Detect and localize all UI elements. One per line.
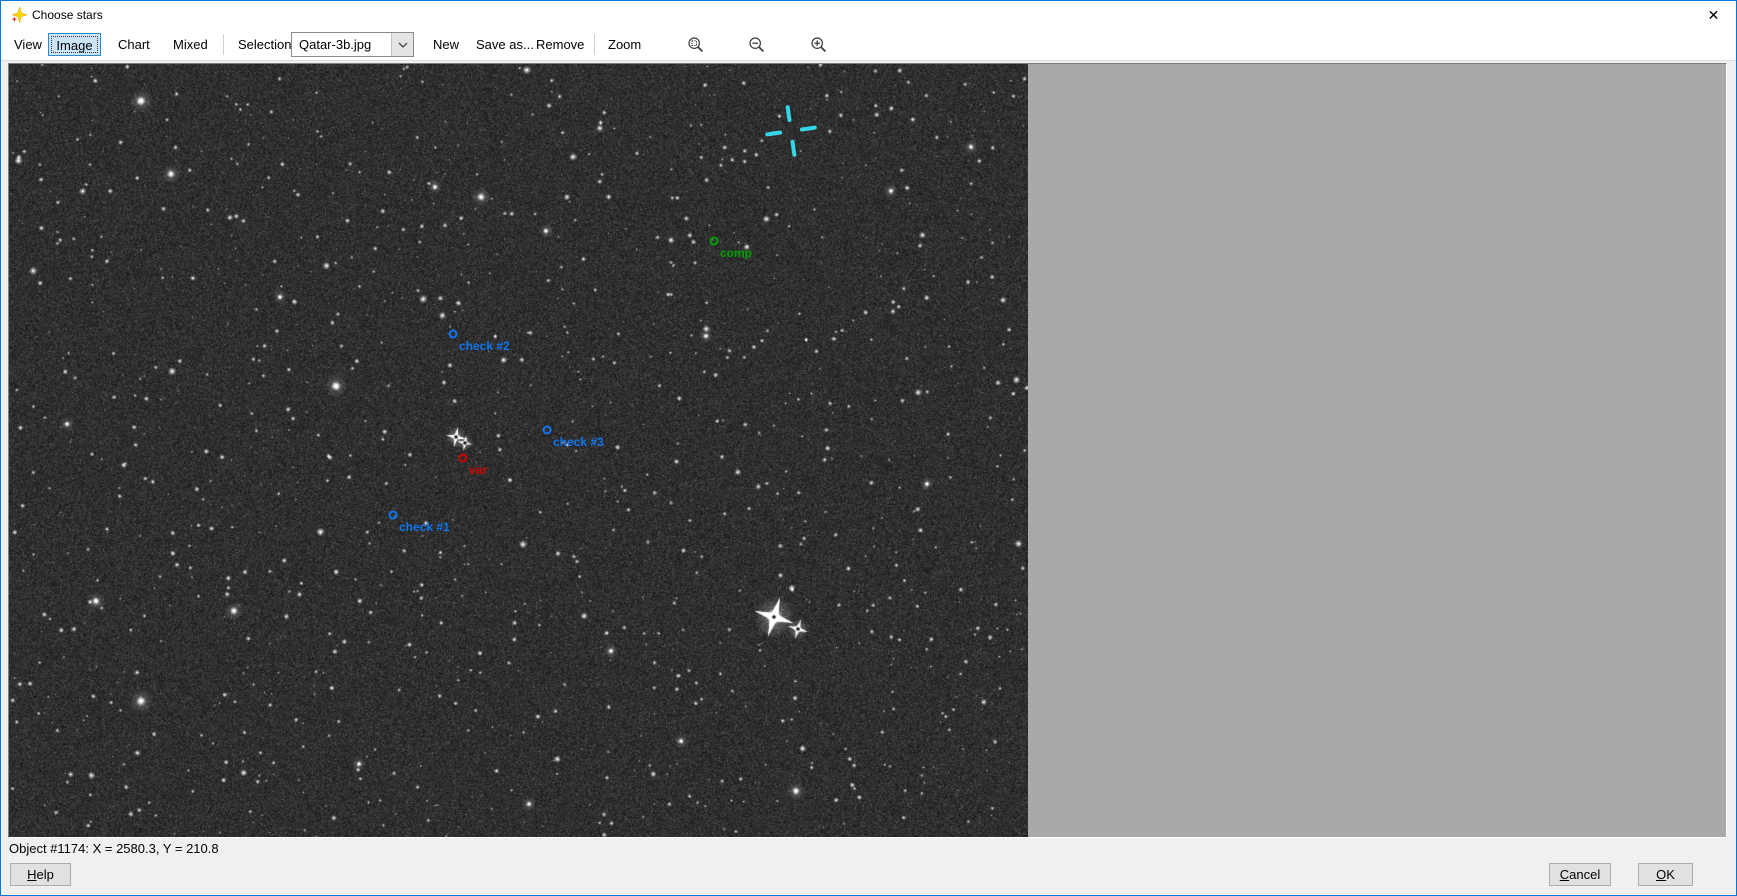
- app-star-icon: [11, 7, 27, 23]
- close-icon[interactable]: ✕: [1691, 1, 1736, 29]
- window-title: Choose stars: [32, 1, 103, 29]
- crosshair-arm: [790, 140, 796, 157]
- tab-image[interactable]: Image: [48, 33, 101, 56]
- star-field-view[interactable]: comp check #2 check #3 var check #1: [9, 64, 1028, 837]
- image-panel: comp check #2 check #3 var check #1: [8, 63, 1727, 838]
- tab-chart[interactable]: Chart: [118, 33, 150, 56]
- crosshair-arm: [785, 105, 791, 122]
- tab-mixed[interactable]: Mixed: [173, 33, 208, 56]
- new-button[interactable]: New: [433, 33, 459, 56]
- marker-layer: comp check #2 check #3 var check #1: [9, 64, 1028, 837]
- titlebar: Choose stars ✕: [1, 1, 1736, 29]
- view-label: View: [14, 29, 42, 60]
- zoom-out-icon[interactable]: [748, 36, 766, 54]
- help-button[interactable]: Help: [10, 863, 71, 886]
- zoom-label: Zoom: [608, 29, 641, 60]
- star-marker-label: check #1: [399, 520, 450, 534]
- toolbar-separator: [594, 34, 595, 55]
- star-marker-label: check #3: [553, 435, 604, 449]
- crosshair-arm: [800, 125, 817, 131]
- selection-label: Selection: [238, 29, 291, 60]
- star-marker-label: comp: [720, 246, 752, 260]
- zoom-fit-icon[interactable]: [687, 36, 705, 54]
- crosshair-arm: [765, 130, 782, 136]
- star-marker-check-2[interactable]: [449, 330, 458, 339]
- star-marker-check-3[interactable]: [543, 426, 552, 435]
- status-text: Object #1174: X = 2580.3, Y = 210.8: [9, 839, 219, 859]
- star-marker-comp[interactable]: [710, 237, 719, 246]
- choose-stars-window: Choose stars ✕ View Image Chart Mixed Se…: [0, 0, 1737, 896]
- cancel-button[interactable]: Cancel: [1549, 863, 1611, 886]
- star-marker-var[interactable]: [459, 454, 468, 463]
- star-marker-check-1[interactable]: [389, 511, 398, 520]
- save-as-button[interactable]: Save as...: [476, 33, 534, 56]
- chevron-down-icon[interactable]: [391, 33, 413, 56]
- toolbar: View Image Chart Mixed Selection Qatar-3…: [1, 29, 1736, 61]
- ok-button[interactable]: OK: [1638, 863, 1693, 886]
- zoom-in-icon[interactable]: [810, 36, 828, 54]
- star-marker-label: var: [469, 463, 487, 477]
- toolbar-separator: [223, 34, 224, 55]
- remove-button[interactable]: Remove: [536, 33, 584, 56]
- selection-combobox-value: Qatar-3b.jpg: [299, 33, 371, 56]
- star-marker-label: check #2: [459, 339, 510, 353]
- selection-combobox[interactable]: Qatar-3b.jpg: [291, 32, 414, 57]
